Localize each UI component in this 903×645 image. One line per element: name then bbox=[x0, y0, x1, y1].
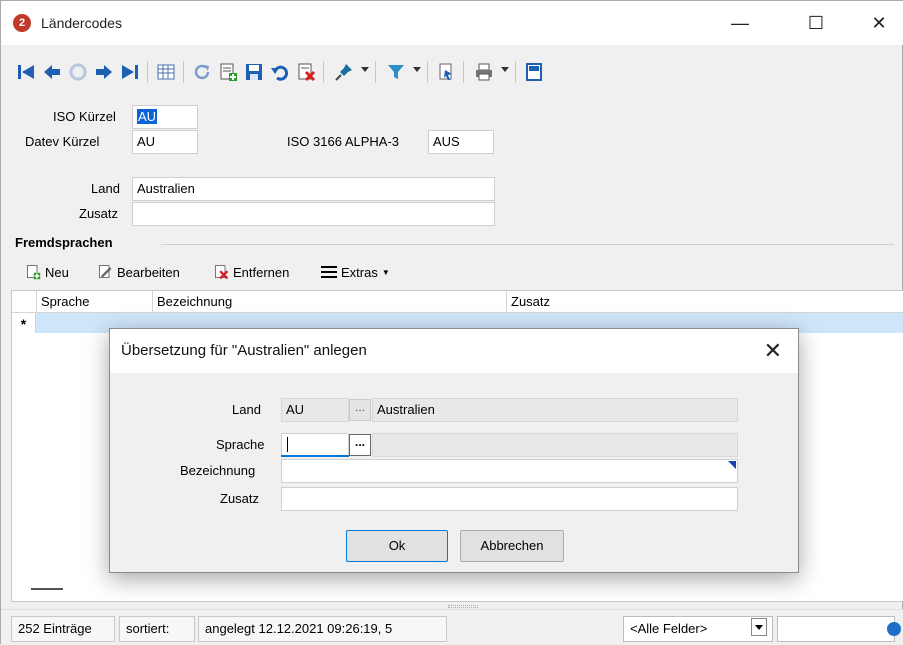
toolbar-separator bbox=[183, 61, 184, 83]
status-bar: 252 Einträge sortiert: angelegt 12.12.20… bbox=[1, 609, 903, 645]
iso-kuerzel-value: AU bbox=[137, 109, 158, 124]
next-record-icon[interactable] bbox=[93, 61, 115, 83]
new-button-label: Neu bbox=[45, 264, 69, 280]
column-header-zusatz[interactable]: Zusatz bbox=[506, 291, 903, 313]
filter-field-value: <Alle Felder> bbox=[630, 621, 708, 636]
table-header: Sprache Bezeichnung Zusatz bbox=[12, 291, 903, 313]
table-view-icon[interactable] bbox=[155, 61, 177, 83]
chevron-down-icon: ▼ bbox=[381, 267, 390, 277]
dialog-land-label: Land bbox=[232, 402, 261, 417]
dialog-zusatz-field[interactable] bbox=[281, 487, 738, 511]
refresh-disabled-icon bbox=[67, 61, 89, 83]
dialog-land-name-field: Australien bbox=[372, 398, 738, 422]
horizontal-scrollbar[interactable] bbox=[31, 588, 63, 590]
hamburger-icon bbox=[321, 266, 337, 278]
save-icon[interactable] bbox=[243, 61, 265, 83]
extras-menu-button[interactable]: Extras ▼ bbox=[321, 259, 390, 285]
iso-kuerzel-label: ISO Kürzel bbox=[53, 109, 116, 124]
reload-icon[interactable] bbox=[191, 61, 213, 83]
toolbar-separator bbox=[515, 61, 516, 83]
zusatz-label: Zusatz bbox=[79, 206, 119, 221]
fremdsprachen-heading: Fremdsprachen bbox=[15, 235, 113, 250]
filter-icon[interactable] bbox=[385, 61, 407, 83]
toolbar-separator bbox=[463, 61, 464, 83]
toolbar-separator bbox=[147, 61, 148, 83]
delete-icon[interactable] bbox=[295, 61, 317, 83]
column-header-bezeichnung[interactable]: Bezeichnung bbox=[152, 291, 506, 313]
remove-button[interactable]: Entfernen bbox=[213, 259, 289, 285]
dialog-sprache-field[interactable] bbox=[281, 433, 349, 457]
toolbar-separator bbox=[323, 61, 324, 83]
extras-button-label: Extras bbox=[341, 264, 378, 280]
toolbar-separator bbox=[427, 61, 428, 83]
new-record-icon bbox=[27, 265, 41, 280]
dialog-sprache-name-field bbox=[372, 433, 738, 457]
new-row-marker: * bbox=[12, 313, 36, 333]
remove-button-label: Entfernen bbox=[233, 264, 290, 280]
dialog-zusatz-label: Zusatz bbox=[220, 491, 260, 506]
datev-kuerzel-label: Datev Kürzel bbox=[25, 134, 100, 149]
corner-marker-icon bbox=[728, 461, 736, 469]
pin-icon[interactable] bbox=[333, 61, 355, 83]
document-icon[interactable] bbox=[435, 61, 457, 83]
layout-icon[interactable] bbox=[523, 61, 545, 83]
pin-dropdown-icon[interactable] bbox=[361, 67, 369, 72]
status-sorted: sortiert: bbox=[119, 616, 195, 642]
dialog-sprache-label: Sprache bbox=[216, 437, 265, 452]
print-icon[interactable] bbox=[473, 61, 495, 83]
land-label: Land bbox=[91, 181, 120, 196]
status-created: angelegt 12.12.2021 09:26:19, 5 bbox=[198, 616, 447, 642]
iso3166-label: ISO 3166 ALPHA-3 bbox=[287, 134, 400, 149]
column-header-sprache[interactable]: Sprache bbox=[36, 291, 152, 313]
dialog-land-code-field: AU bbox=[281, 398, 349, 422]
first-record-icon[interactable] bbox=[15, 61, 37, 83]
toolbar-separator bbox=[375, 61, 376, 83]
dialog-close-button[interactable]: ✕ bbox=[764, 338, 782, 364]
window-title: Ländercodes bbox=[41, 15, 122, 31]
maximize-button[interactable]: ☐ bbox=[793, 9, 839, 37]
minimize-button[interactable]: — bbox=[717, 9, 763, 37]
app-logo-icon: 2 bbox=[13, 14, 31, 32]
iso-kuerzel-field[interactable]: AU bbox=[132, 105, 198, 129]
search-icon[interactable] bbox=[887, 622, 901, 636]
datev-kuerzel-field[interactable]: AU bbox=[132, 130, 198, 154]
filter-dropdown-icon[interactable] bbox=[413, 67, 421, 72]
search-input[interactable] bbox=[777, 616, 895, 642]
new-record-icon[interactable] bbox=[217, 61, 239, 83]
title-bar: 2 Ländercodes — ☐ ✕ bbox=[1, 1, 903, 45]
dialog-bezeichnung-label: Bezeichnung bbox=[180, 463, 256, 478]
focus-indicator bbox=[281, 455, 349, 457]
undo-icon[interactable] bbox=[269, 61, 291, 83]
zusatz-field[interactable] bbox=[132, 202, 495, 226]
filter-field-dropdown-button[interactable] bbox=[751, 618, 767, 636]
dialog-title-bar: Übersetzung für "Australien" anlegen ✕ bbox=[110, 329, 798, 373]
print-dropdown-icon[interactable] bbox=[501, 67, 509, 72]
edit-button[interactable]: Bearbeiten bbox=[97, 259, 180, 285]
section-divider bbox=[161, 244, 894, 245]
sprache-lookup-button[interactable]: ... bbox=[349, 434, 371, 456]
text-caret bbox=[287, 437, 288, 452]
last-record-icon[interactable] bbox=[119, 61, 141, 83]
close-button[interactable]: ✕ bbox=[856, 9, 902, 37]
edit-button-label: Bearbeiten bbox=[117, 264, 180, 280]
ok-button[interactable]: Ok bbox=[346, 530, 448, 562]
main-toolbar bbox=[1, 53, 903, 89]
status-entries: 252 Einträge bbox=[11, 616, 115, 642]
remove-icon bbox=[215, 265, 229, 280]
edit-icon bbox=[99, 265, 112, 278]
land-lookup-button: ... bbox=[349, 399, 371, 421]
previous-record-icon[interactable] bbox=[41, 61, 63, 83]
land-field[interactable]: Australien bbox=[132, 177, 495, 201]
iso3166-field[interactable]: AUS bbox=[428, 130, 494, 154]
splitter-grip[interactable] bbox=[448, 605, 478, 608]
new-button[interactable]: Neu bbox=[25, 259, 69, 285]
dialog-bezeichnung-field[interactable] bbox=[281, 459, 738, 483]
dialog-title: Übersetzung für "Australien" anlegen bbox=[121, 342, 367, 359]
cancel-button[interactable]: Abbrechen bbox=[460, 530, 564, 562]
main-window: 2 Ländercodes — ☐ ✕ ISO Kürzel AU Datev … bbox=[0, 0, 903, 645]
translation-dialog: Übersetzung für "Australien" anlegen ✕ L… bbox=[109, 328, 799, 573]
